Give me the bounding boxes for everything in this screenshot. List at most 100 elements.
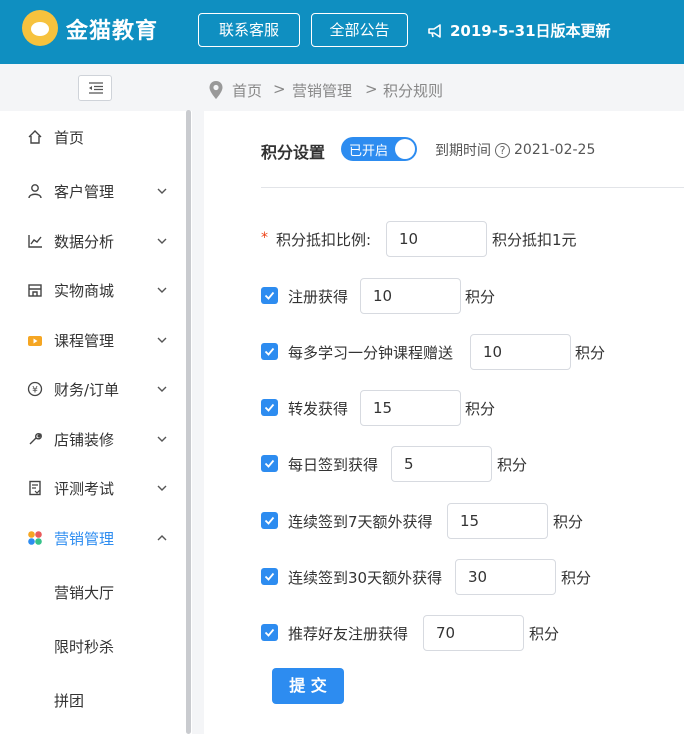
rule-label: 推荐好友注册获得 [288, 625, 409, 643]
sidebar-item-label: 财务/订单 [54, 380, 120, 399]
rule-row-referral: 推荐好友注册获得 70 积分 [204, 615, 684, 651]
rule-row-7day-streak: 连续签到7天额外获得 15 积分 [204, 503, 684, 539]
exam-icon [29, 480, 41, 496]
rule-value-input[interactable]: 5 [391, 446, 492, 482]
megaphone-icon [428, 23, 441, 38]
sidebar-item-analytics[interactable]: 数据分析 [0, 217, 186, 265]
rule-value-input[interactable]: 30 [455, 559, 556, 595]
rule-value-input[interactable]: 10 [470, 334, 571, 370]
apps-icon [28, 531, 42, 545]
rule-row-study-minute: 每多学习一分钟课程赠送 10 积分 [204, 334, 684, 370]
sidebar-item-marketing[interactable]: 营销管理 [0, 514, 186, 562]
rule-row-30day-streak: 连续签到30天额外获得 30 积分 [204, 559, 684, 595]
check-icon [264, 516, 275, 525]
sidebar-subitem-marketing-hall[interactable]: 营销大厅 [0, 568, 186, 616]
sidebar-item-label: 营销管理 [54, 529, 115, 548]
rule-value-input[interactable]: 15 [447, 503, 548, 539]
chevron-down-icon [157, 188, 167, 194]
points-ratio-unit: 积分抵扣1元 [492, 231, 577, 249]
rule-value-input[interactable]: 70 [423, 615, 524, 651]
sidebar-subitem-label: 营销大厅 [54, 583, 115, 602]
rule-checkbox[interactable] [261, 568, 278, 585]
rule-checkbox[interactable] [261, 343, 278, 360]
sidebar-item-exams[interactable]: 评测考试 [0, 464, 186, 512]
sidebar-item-customers[interactable]: 客户管理 [0, 167, 186, 215]
chevron-down-icon [157, 337, 167, 343]
sidebar-item-label: 实物商城 [54, 281, 115, 300]
chart-icon [28, 235, 42, 248]
sidebar-item-label: 客户管理 [54, 182, 115, 201]
sidebar-item-decoration[interactable]: 店铺装修 [0, 415, 186, 463]
rule-unit: 积分 [553, 513, 584, 531]
check-icon [264, 291, 275, 300]
sidebar-item-finance[interactable]: ¥ 财务/订单 [0, 365, 186, 413]
update-notice-text: 2019-5-31日版本更新 [450, 22, 611, 40]
rule-label: 每多学习一分钟课程赠送 [288, 344, 454, 362]
rule-value-input[interactable]: 10 [360, 278, 461, 314]
divider [261, 187, 684, 188]
switch-label: 已开启 [349, 144, 389, 159]
rule-row-register: 注册获得 10 积分 [204, 278, 684, 314]
rule-unit: 积分 [497, 456, 528, 474]
rule-checkbox[interactable] [261, 287, 278, 304]
logo-icon [22, 10, 58, 46]
expire-info: 到期时间 ? 2021-02-25 [435, 140, 595, 160]
sidebar-item-home[interactable]: 首页 [0, 113, 186, 161]
rule-label: 每日签到获得 [288, 456, 379, 474]
rule-label: 连续签到30天额外获得 [288, 569, 443, 587]
breadcrumb-marketing[interactable]: 营销管理 [292, 80, 352, 101]
points-enabled-switch[interactable]: 已开启 [341, 137, 417, 161]
sidebar-scrollbar[interactable] [186, 110, 191, 734]
chevron-down-icon [157, 485, 167, 491]
update-notice[interactable]: 2019-5-31日版本更新 [428, 20, 611, 41]
rule-label: 注册获得 [288, 288, 349, 306]
brand-name: 金猫教育 [66, 19, 159, 44]
rule-unit: 积分 [465, 400, 496, 418]
breadcrumb-home[interactable]: 首页 [232, 80, 262, 101]
required-asterisk: * [261, 230, 268, 246]
location-pin-icon [209, 81, 223, 99]
sidebar-item-courses[interactable]: 课程管理 [0, 316, 186, 364]
rule-label: 连续签到7天额外获得 [288, 513, 433, 531]
chevron-down-icon [157, 238, 167, 244]
store-icon [28, 284, 42, 297]
sidebar-subitem-label: 限时秒杀 [54, 637, 115, 656]
sidebar-subitem-group-buy[interactable]: 拼团 [0, 676, 186, 724]
rule-checkbox[interactable] [261, 455, 278, 472]
sidebar-item-label: 首页 [54, 128, 85, 147]
video-icon [28, 336, 42, 346]
rule-value-input[interactable]: 15 [360, 390, 461, 426]
home-icon [28, 130, 42, 144]
all-notices-button[interactable]: 全部公告 [311, 13, 408, 47]
breadcrumb-separator: > [273, 80, 286, 98]
contact-service-button[interactable]: 联系客服 [198, 13, 300, 47]
submit-button[interactable]: 提 交 [272, 668, 344, 704]
sidebar-item-store[interactable]: 实物商城 [0, 266, 186, 314]
wrench-icon [29, 433, 42, 445]
svg-text:¥: ¥ [32, 386, 38, 396]
chevron-down-icon [157, 287, 167, 293]
points-ratio-input[interactable]: 10 [386, 221, 487, 257]
points-settings-panel: 积分设置 已开启 到期时间 ? 2021-02-25 * 积分抵扣比例: 10 … [204, 111, 684, 734]
sidebar-item-label: 数据分析 [54, 232, 115, 251]
rule-checkbox[interactable] [261, 624, 278, 641]
top-header: 金猫教育 联系客服 全部公告 2019-5-31日版本更新 [0, 0, 684, 64]
rule-checkbox[interactable] [261, 399, 278, 416]
sidebar-subitem-flash-sale[interactable]: 限时秒杀 [0, 622, 186, 670]
chevron-up-icon [157, 535, 167, 541]
help-icon[interactable]: ? [495, 142, 510, 158]
rule-unit: 积分 [575, 344, 606, 362]
rule-unit: 积分 [465, 288, 496, 306]
section-title: 积分设置 [261, 143, 326, 162]
points-ratio-label: 积分抵扣比例: [276, 231, 372, 249]
switch-knob [395, 139, 415, 159]
sidebar-subitem-label: 拼团 [54, 691, 85, 710]
breadcrumb: 首页 > 营销管理 > 积分规则 [192, 64, 684, 111]
sidebar-item-label: 评测考试 [54, 479, 115, 498]
check-icon [264, 403, 275, 412]
sidebar: 首页 客户管理 数据分析 实物商城 课程管理 ¥ 财务/订单 店铺装修 评测考试 [0, 64, 192, 734]
rule-label: 转发获得 [288, 400, 349, 418]
sidebar-toggle-button[interactable] [78, 75, 112, 101]
rule-checkbox[interactable] [261, 512, 278, 529]
breadcrumb-separator: > [365, 80, 378, 98]
